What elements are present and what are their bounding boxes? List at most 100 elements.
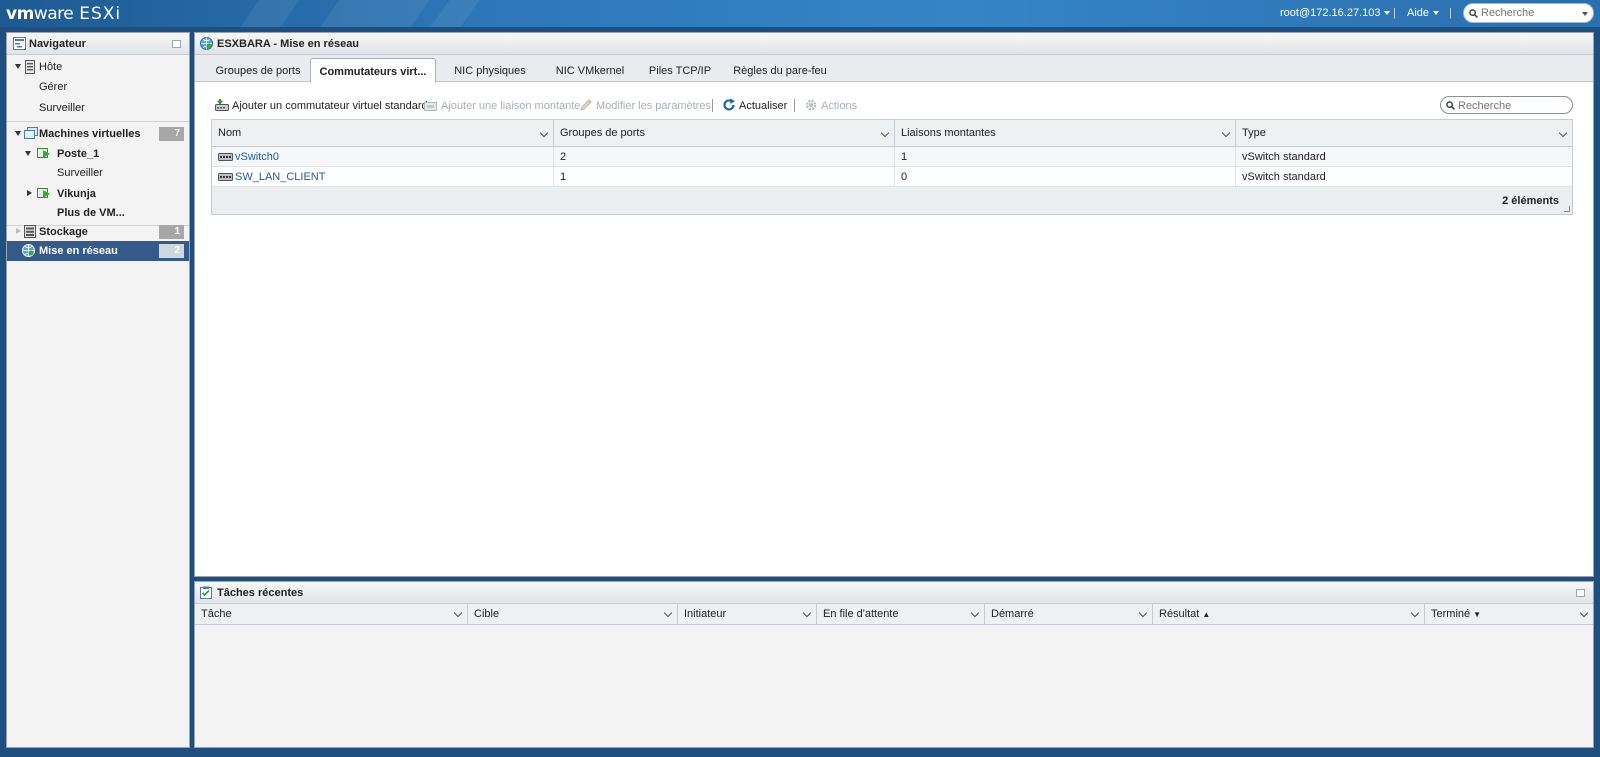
nav-host-label: Hôte (39, 61, 63, 73)
user-menu[interactable]: root@172.16.27.103 (1280, 7, 1391, 19)
column-header-label: Cible (474, 608, 500, 620)
column-header-initiator[interactable]: Initiateur (678, 604, 817, 625)
recent-tasks-header: Tâches récentes (195, 582, 1593, 604)
add-switch-icon (215, 99, 229, 111)
tab-label: Piles TCP/IP (648, 65, 712, 77)
top-bar: vmware ESXi root@172.16.27.103 | Aide | (0, 0, 1600, 27)
nav-virtual-machines[interactable]: Machines virtuelles 7 (7, 124, 189, 144)
chevron-down-icon[interactable] (1221, 128, 1231, 138)
chevron-down-icon[interactable] (970, 608, 980, 618)
tab-label: NIC physiques (454, 65, 526, 77)
divider (794, 99, 795, 112)
nav-networking[interactable]: Mise en réseau 2 (7, 241, 189, 261)
search-icon (1469, 9, 1478, 18)
tab-port-groups[interactable]: Groupes de ports (203, 61, 313, 82)
table-footer: 2 éléments (212, 188, 1572, 214)
column-header-target[interactable]: Cible (468, 604, 678, 625)
vm-running-icon (37, 148, 50, 158)
column-header-label: Démarré (991, 608, 1034, 620)
chevron-down-icon[interactable] (1579, 608, 1589, 618)
chevron-down-icon[interactable] (1138, 608, 1148, 618)
vswitch-link[interactable]: vSwitch0 (235, 151, 279, 163)
resize-handle-icon[interactable] (1564, 206, 1570, 212)
nav-vm-vikunja[interactable]: Vikunja (7, 184, 189, 204)
nav-host-monitor[interactable]: Surveiller (7, 98, 189, 118)
networking-count-badge: 2 (159, 244, 184, 258)
decor-stripe (430, 0, 480, 27)
tab-label: Règles du pare-feu (733, 65, 827, 77)
tab-vmkernel-nics[interactable]: NIC VMkernel (540, 61, 640, 82)
grid-search-input[interactable] (1458, 99, 1563, 112)
nav-vm-poste-1-label: Poste_1 (57, 148, 100, 160)
table-row[interactable]: vSwitch0 2 1 vSwitch standard (212, 147, 1572, 167)
nav-vm-poste-1-monitor[interactable]: Surveiller (7, 163, 189, 183)
column-header-label: Tâche (201, 608, 232, 620)
grid-search[interactable] (1440, 96, 1573, 114)
vms-icon (24, 127, 38, 139)
column-header-name[interactable]: Nom (212, 120, 554, 147)
actions-label: Actions (821, 100, 858, 112)
nav-host-manage-label: Gérer (39, 81, 68, 93)
nav-storage[interactable]: Stockage 1 (7, 222, 189, 242)
column-header-task[interactable]: Tâche (195, 604, 468, 625)
page-title: ESXBARA - Mise en réseau (217, 38, 360, 50)
column-header-label: Nom (218, 127, 242, 139)
cell-name: vSwitch0 (212, 147, 554, 167)
minimize-icon[interactable] (172, 40, 181, 48)
expand-icon[interactable] (16, 228, 21, 234)
tab-bar: Groupes de ports Commutateurs virt... NI… (195, 55, 1593, 83)
expand-icon[interactable] (25, 151, 31, 156)
expand-icon[interactable] (15, 64, 21, 69)
tab-firewall-rules[interactable]: Règles du pare-feu (720, 61, 840, 82)
chevron-down-icon[interactable] (1410, 608, 1420, 618)
column-header-uplinks[interactable]: Liaisons montantes (895, 120, 1236, 147)
chevron-down-icon[interactable] (802, 608, 812, 618)
nav-host-monitor-label: Surveiller (39, 102, 85, 114)
column-header-port-groups[interactable]: Groupes de ports (554, 120, 895, 147)
tab-tcpip-stacks[interactable]: Piles TCP/IP (635, 61, 725, 82)
nav-networking-label: Mise en réseau (39, 245, 118, 257)
column-header-type[interactable]: Type (1236, 120, 1572, 147)
tab-physical-nics[interactable]: NIC physiques (440, 61, 540, 82)
cell-type: vSwitch standard (1242, 171, 1326, 183)
expand-icon[interactable] (15, 131, 21, 136)
table-row[interactable]: SW_LAN_CLIENT 1 0 vSwitch standard (212, 167, 1572, 187)
chevron-down-icon[interactable] (1582, 12, 1588, 16)
divider: | (1393, 7, 1396, 19)
global-search[interactable] (1463, 3, 1594, 23)
chevron-down-icon[interactable] (1558, 128, 1568, 138)
minimize-icon[interactable] (1576, 589, 1585, 597)
column-header-completed[interactable]: Terminé ▼ (1425, 604, 1593, 625)
item-count: 2 éléments (1502, 195, 1559, 207)
refresh-label: Actualiser (739, 100, 788, 112)
nav-more-vms[interactable]: Plus de VM... (7, 203, 189, 223)
tab-virtual-switches[interactable]: Commutateurs virt... (310, 58, 436, 83)
chevron-down-icon[interactable] (880, 128, 890, 138)
column-header-result[interactable]: Résultat ▲ (1153, 604, 1425, 625)
decor-stripe (320, 0, 430, 27)
chevron-down-icon[interactable] (663, 608, 673, 618)
tasks-table-header: Tâche Cible Initiateur En file d'attente… (195, 604, 1593, 625)
global-search-input[interactable] (1481, 6, 1576, 20)
nav-host-manage[interactable]: Gérer (7, 77, 189, 97)
task-list-icon (200, 586, 212, 599)
logo-ware: ware (33, 4, 74, 24)
chevron-down-icon[interactable] (539, 128, 549, 138)
main-header: ESXBARA - Mise en réseau (195, 33, 1593, 55)
column-header-queued[interactable]: En file d'attente (817, 604, 985, 625)
nav-vm-poste-1[interactable]: Poste_1 (7, 144, 189, 164)
toolbar: Ajouter un commutateur virtuel standard … (215, 97, 1585, 115)
column-header-started[interactable]: Démarré (985, 604, 1153, 625)
cell-name: SW_LAN_CLIENT (212, 167, 554, 187)
vswitch-link[interactable]: SW_LAN_CLIENT (235, 171, 325, 183)
vswitch-table: Nom Groupes de ports Liaisons montantes … (211, 119, 1573, 215)
chevron-down-icon[interactable] (453, 608, 463, 618)
help-menu[interactable]: Aide (1407, 7, 1440, 19)
expand-icon[interactable] (27, 190, 32, 196)
nav-host[interactable]: Hôte (7, 57, 189, 77)
add-switch-label: Ajouter un commutateur virtuel standard (232, 100, 428, 112)
cell-uplinks: 1 (895, 147, 1236, 167)
divider: | (1449, 7, 1452, 19)
storage-icon (24, 225, 36, 238)
chevron-down-icon (1433, 11, 1440, 16)
